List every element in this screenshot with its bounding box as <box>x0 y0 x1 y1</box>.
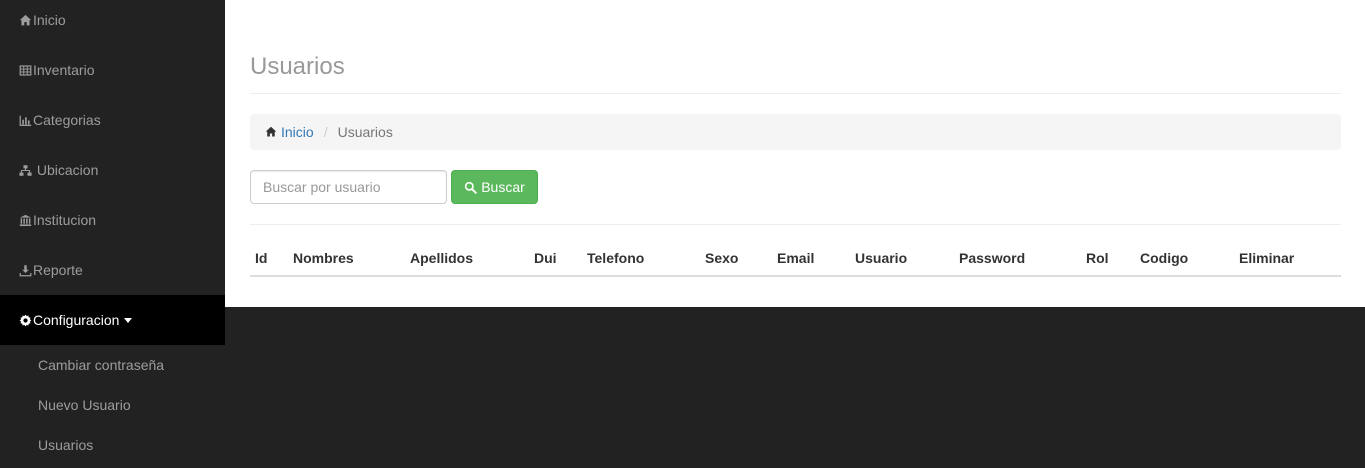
submenu-item-nuevo-usuario[interactable]: Nuevo Usuario <box>0 385 225 425</box>
caret-down-icon <box>124 317 133 323</box>
home-icon <box>265 126 277 137</box>
column-header-telefono: Telefono <box>587 250 645 266</box>
column-header-password: Password <box>959 250 1026 266</box>
submenu-item-label: Nuevo Usuario <box>38 397 131 413</box>
column-header-eliminar: Eliminar <box>1239 250 1295 266</box>
breadcrumb-home-link[interactable]: Inicio <box>265 124 314 140</box>
users-table: Id Nombres Apellidos Dui Telefono Sexo E… <box>250 242 1341 277</box>
table-icon <box>18 63 33 77</box>
column-header-email: Email <box>777 250 815 266</box>
sidebar-item-label: Categorias <box>33 112 101 128</box>
search-button-label: Buscar <box>481 179 525 195</box>
main-content: Usuarios Inicio / Usuarios Buscar Id Nom… <box>225 0 1365 307</box>
sidebar-item-categorias[interactable]: Categorias <box>0 95 225 145</box>
breadcrumb-separator: / <box>323 124 328 140</box>
sidebar-item-label: Configuracion <box>33 312 120 328</box>
submenu-item-label: Usuarios <box>38 437 94 453</box>
column-header-nombres: Nombres <box>293 250 354 266</box>
sidebar-item-configuracion[interactable]: Configuracion <box>0 295 225 345</box>
sidebar-item-label: Inicio <box>33 12 66 28</box>
breadcrumb: Inicio / Usuarios <box>250 114 1341 150</box>
sidebar-item-label: Reporte <box>33 262 83 278</box>
bank-icon <box>18 213 33 227</box>
page-title: Usuarios <box>250 53 345 80</box>
submenu-item-label: Cambiar contraseña <box>38 357 165 373</box>
sidebar: Inicio Inventario Categorias Ubicacion I… <box>0 0 225 468</box>
column-header-rol: Rol <box>1086 250 1109 266</box>
column-header-dui: Dui <box>534 250 557 266</box>
column-header-apellidos: Apellidos <box>410 250 474 266</box>
search-icon <box>465 181 477 194</box>
column-header-codigo: Codigo <box>1140 250 1189 266</box>
home-icon <box>18 13 33 27</box>
page-header: Usuarios <box>250 52 1341 94</box>
sitemap-icon <box>18 163 33 177</box>
sidebar-item-reporte[interactable]: Reporte <box>0 245 225 295</box>
sidebar-item-inventario[interactable]: Inventario <box>0 45 225 95</box>
download-icon <box>18 263 33 277</box>
sidebar-item-label: Institucion <box>33 212 97 228</box>
sidebar-item-institucion[interactable]: Institucion <box>0 195 225 245</box>
sidebar-item-ubicacion[interactable]: Ubicacion <box>0 145 225 195</box>
breadcrumb-current: Usuarios <box>337 124 393 140</box>
search-button[interactable]: Buscar <box>451 170 538 204</box>
gear-icon <box>18 313 33 327</box>
submenu-item-usuarios[interactable]: Usuarios <box>0 425 225 465</box>
column-header-id: Id <box>255 250 268 266</box>
column-header-usuario: Usuario <box>855 250 908 266</box>
sidebar-item-label: Inventario <box>33 62 95 78</box>
column-header-sexo: Sexo <box>705 250 739 266</box>
bar-chart-icon <box>18 113 33 127</box>
breadcrumb-home-label: Inicio <box>281 124 314 140</box>
divider <box>250 224 1341 225</box>
search-input[interactable] <box>250 170 447 204</box>
submenu-item-cambiar-contrasena[interactable]: Cambiar contraseña <box>0 345 225 385</box>
sidebar-item-label: Ubicacion <box>33 162 99 178</box>
sidebar-item-inicio[interactable]: Inicio <box>0 0 225 45</box>
